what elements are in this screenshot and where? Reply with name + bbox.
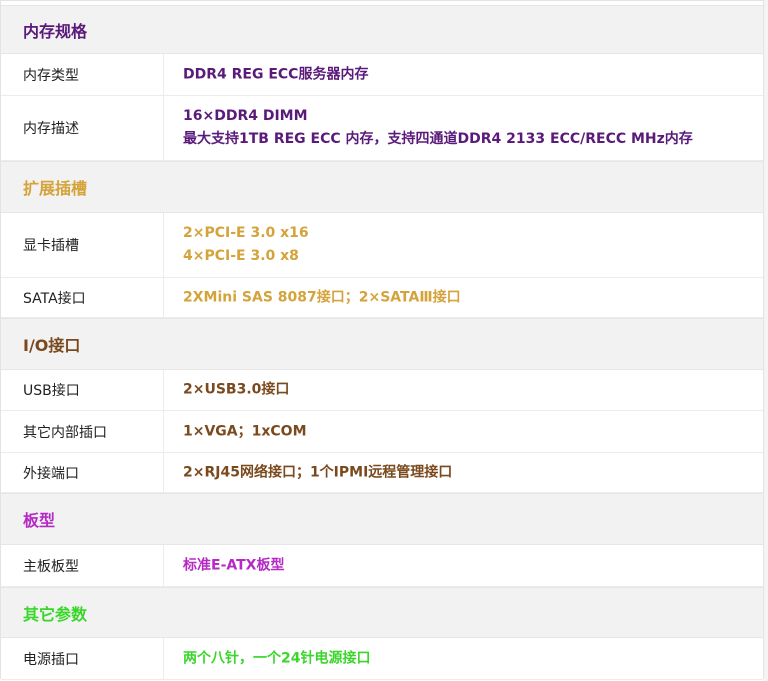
spec-label: 主板板型 [23,558,79,575]
spec-row-form-factor: 主板板型 标准E-ATX板型 [1,545,763,587]
spec-value: DDR4 REG ECC服务器内存 [183,63,368,86]
section-title: 内存规格 [23,21,88,41]
spec-value-line: 标准E-ATX板型 [183,557,285,573]
section-header-other: 其它参数 [1,587,763,638]
spec-label: SATA接口 [23,290,86,307]
spec-value: 两个八针，一个24针电源接口 [183,647,370,670]
section-title: I/O接口 [23,336,81,355]
column-divider [163,453,164,492]
spec-label: 外接端口 [23,465,79,482]
spec-value-line: 2XMini SAS 8087接口；2×SATAⅢ接口 [183,289,461,305]
column-divider [163,638,164,679]
spec-row-usb: USB接口 2×USB3.0接口 [1,370,763,411]
spec-value: 2×USB3.0接口 [183,379,289,402]
column-divider [163,54,164,95]
spec-value-line: 2×RJ45网络接口；1个IPMI远程管理接口 [183,464,453,480]
column-divider [163,411,164,452]
spec-label: 其它内部插口 [23,424,107,441]
column-divider [163,370,164,410]
spec-value-line: 最大支持1TB REG ECC 内存，支持四通道DDR4 2133 ECC/RE… [183,131,693,147]
spec-value-line: 2×USB3.0接口 [183,381,290,398]
spec-value: 标准E-ATX板型 [183,554,284,577]
spec-table: 内存规格 内存类型 DDR4 REG ECC服务器内存 内存描述 16×DDR4… [0,0,764,680]
section-header-memory: 内存规格 [1,5,763,54]
spec-value-line: 16×DDR4 DIMM [183,108,308,124]
spec-value: 1×VGA；1xCOM [183,420,307,443]
section-title: 扩展插槽 [23,179,88,198]
spec-row-internal-ports: 其它内部插口 1×VGA；1xCOM [1,411,763,453]
section-title: 板型 [23,511,56,530]
spec-value-line: 两个八针，一个24针电源接口 [183,650,371,666]
spec-value-line: DDR4 REG ECC服务器内存 [183,66,369,82]
spec-value: 2×PCI-E 3.0 x16 4×PCI-E 3.0 x8 [183,222,309,268]
column-divider [163,545,164,586]
spec-label: 电源插口 [23,651,79,668]
column-divider [163,278,164,317]
spec-label: USB接口 [23,383,80,399]
spec-value-line: 4×PCI-E 3.0 x8 [183,248,299,264]
section-title: 其它参数 [23,604,88,624]
column-divider [163,213,164,277]
spec-row-sata: SATA接口 2XMini SAS 8087接口；2×SATAⅢ接口 [1,278,763,318]
spec-value: 16×DDR4 DIMM 最大支持1TB REG ECC 内存，支持四通道DDR… [183,105,693,151]
spec-row-memory-type: 内存类型 DDR4 REG ECC服务器内存 [1,54,763,96]
spec-row-memory-desc: 内存描述 16×DDR4 DIMM 最大支持1TB REG ECC 内存，支持四… [1,96,763,161]
section-header-io: I/O接口 [1,318,763,370]
spec-value-line: 1×VGA；1xCOM [183,423,307,439]
spec-row-external-ports: 外接端口 2×RJ45网络接口；1个IPMI远程管理接口 [1,453,763,493]
spec-value-line: 2×PCI-E 3.0 x16 [183,225,309,241]
section-header-expansion: 扩展插槽 [1,161,763,213]
section-header-board: 板型 [1,493,763,545]
spec-value: 2XMini SAS 8087接口；2×SATAⅢ接口 [183,286,461,309]
spec-row-gpu-slots: 显卡插槽 2×PCI-E 3.0 x16 4×PCI-E 3.0 x8 [1,213,763,278]
spec-value: 2×RJ45网络接口；1个IPMI远程管理接口 [183,461,452,484]
spec-label: 内存描述 [23,121,79,137]
spec-label: 内存类型 [23,67,79,84]
scrollbar[interactable] [764,0,768,681]
spec-label: 显卡插槽 [23,238,79,254]
spec-row-power: 电源插口 两个八针，一个24针电源接口 [1,638,763,680]
column-divider [163,96,164,160]
